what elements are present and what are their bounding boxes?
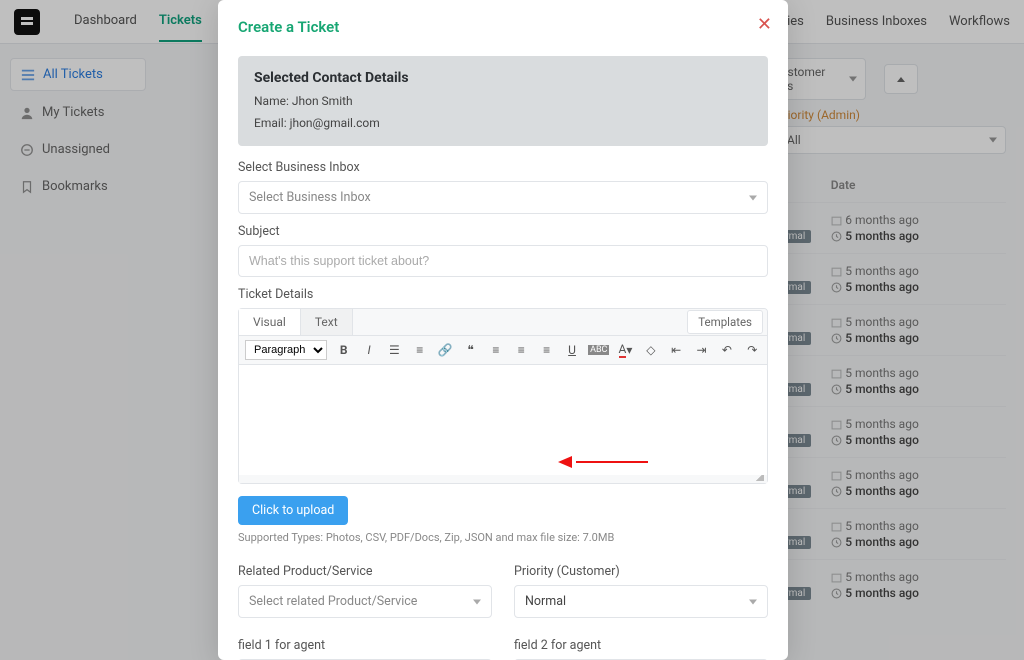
contact-details-box: Selected Contact Details Name: Jhon Smit… [238, 56, 768, 146]
align-left-icon[interactable]: ≡ [487, 340, 504, 360]
business-inbox-select[interactable]: Select Business Inbox [238, 181, 768, 214]
indent-icon[interactable]: ⇥ [693, 340, 710, 360]
resize-handle-icon[interactable] [239, 475, 767, 483]
bullet-list-icon[interactable]: ☰ [386, 340, 403, 360]
editor-tab-text[interactable]: Text [301, 309, 353, 335]
upload-button[interactable]: Click to upload [238, 496, 348, 525]
format-select[interactable]: Paragraph [245, 340, 327, 360]
business-inbox-label: Select Business Inbox [238, 160, 768, 175]
ticket-details-editor: Visual Text Templates Paragraph B I ☰ ≡ … [238, 308, 768, 484]
close-icon[interactable]: ✕ [757, 14, 772, 35]
align-right-icon[interactable]: ≡ [538, 340, 555, 360]
italic-icon[interactable]: I [360, 340, 377, 360]
outdent-icon[interactable]: ⇤ [668, 340, 685, 360]
numbered-list-icon[interactable]: ≡ [411, 340, 428, 360]
templates-button[interactable]: Templates [687, 310, 763, 334]
priority-customer-label: Priority (Customer) [514, 564, 768, 579]
undo-icon[interactable]: ↶ [718, 340, 735, 360]
editor-toolbar: Paragraph B I ☰ ≡ 🔗 ❝ ≡ ≡ ≡ U ABC A ▾ ◇ … [239, 336, 767, 365]
underline-icon[interactable]: U [563, 340, 580, 360]
contact-name-value: Jhon Smith [292, 94, 353, 108]
editor-tab-visual[interactable]: Visual [239, 309, 301, 335]
ticket-details-label: Ticket Details [238, 287, 768, 302]
contact-email-label: Email: [254, 116, 287, 130]
quote-icon[interactable]: ❝ [462, 340, 479, 360]
field2-label: field 2 for agent [514, 638, 768, 653]
link-icon[interactable]: 🔗 [437, 340, 454, 360]
related-product-label: Related Product/Service [238, 564, 492, 579]
contact-name-label: Name: [254, 94, 289, 108]
redo-icon[interactable]: ↷ [744, 340, 761, 360]
related-product-select[interactable]: Select related Product/Service [238, 585, 492, 618]
bold-icon[interactable]: B [335, 340, 352, 360]
strikethrough-icon[interactable]: ABC [589, 340, 609, 360]
align-center-icon[interactable]: ≡ [513, 340, 530, 360]
supported-types-text: Supported Types: Photos, CSV, PDF/Docs, … [238, 531, 768, 544]
field1-label: field 1 for agent [238, 638, 492, 653]
contact-details-header: Selected Contact Details [254, 70, 752, 86]
subject-label: Subject [238, 224, 768, 239]
modal-title: Create a Ticket [238, 18, 768, 36]
priority-customer-select[interactable]: Normal [514, 585, 768, 618]
contact-email-value: jhon@gmail.com [290, 116, 380, 130]
subject-input[interactable] [238, 245, 768, 277]
clear-format-icon[interactable]: ◇ [642, 340, 659, 360]
create-ticket-modal: Create a Ticket ✕ Selected Contact Detai… [218, 0, 788, 660]
text-color-icon[interactable]: A ▾ [617, 340, 634, 360]
editor-body[interactable] [239, 365, 767, 475]
